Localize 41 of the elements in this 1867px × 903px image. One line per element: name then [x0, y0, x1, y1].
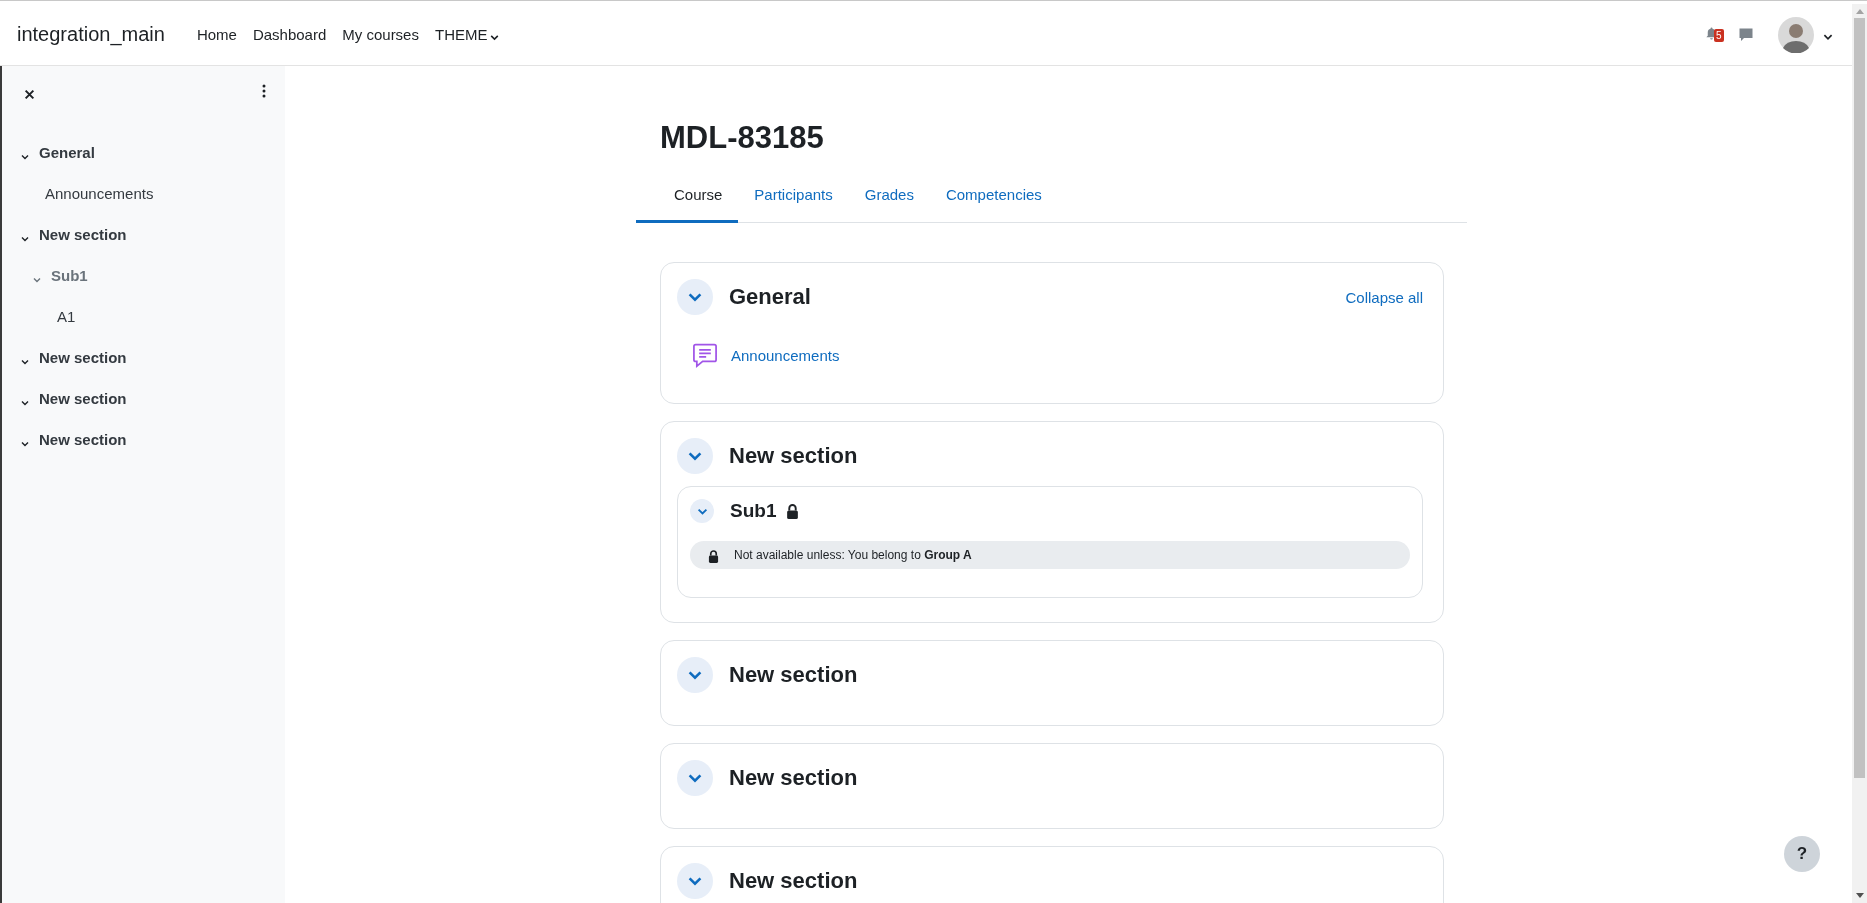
section-title: New section [729, 868, 858, 894]
course-index-item[interactable]: Sub1 [51, 267, 88, 284]
more-options-icon[interactable] [262, 84, 266, 98]
lock-icon [708, 548, 719, 562]
collapse-toggle[interactable] [677, 760, 713, 796]
tab[interactable]: Grades [848, 172, 930, 223]
section-title: New section [729, 443, 858, 469]
course-index-item[interactable]: New section [39, 431, 127, 448]
section-title: New section [729, 662, 858, 688]
collapse-toggle[interactable] [677, 438, 713, 474]
course-index-item[interactable]: New section [39, 226, 127, 243]
course-index-item[interactable]: New section [39, 349, 127, 366]
page-title: MDL-83185 [659, 119, 825, 156]
scrollbar[interactable] [1852, 4, 1867, 903]
tab[interactable]: Course [636, 172, 739, 223]
collapse-toggle[interactable] [677, 279, 713, 315]
notification-count: 5 [1714, 28, 1724, 42]
nav-link[interactable]: THEME [434, 26, 501, 43]
collapse-toggle[interactable] [677, 657, 713, 693]
site-name-link[interactable]: integration_main [17, 23, 165, 46]
nav-link[interactable]: My courses [342, 26, 419, 43]
course-index-item[interactable]: Announcements [45, 185, 154, 202]
section-title: New section [729, 765, 858, 791]
help-button[interactable]: ? [1784, 836, 1820, 872]
forum-icon [691, 341, 719, 369]
course-index-item[interactable]: A1 [57, 308, 76, 325]
tab[interactable]: Participants [738, 172, 849, 223]
subsection-title: Sub1 [730, 500, 777, 522]
activity-link[interactable]: Announcements [731, 346, 840, 364]
restriction-text: Not available unless: You belong to Group A [734, 548, 972, 562]
messages-icon[interactable] [1738, 26, 1754, 43]
nav-link[interactable]: Home [196, 26, 237, 43]
nav-link[interactable]: Dashboard [252, 26, 327, 43]
course-index-item[interactable]: New section [39, 390, 127, 407]
tab[interactable]: Competencies [929, 172, 1058, 223]
course-index-item[interactable]: General [39, 144, 95, 161]
collapse-toggle[interactable] [677, 863, 713, 899]
section-title: General [729, 284, 811, 310]
user-avatar[interactable] [1778, 16, 1814, 53]
collapse-all-link[interactable]: Collapse all [1345, 288, 1423, 306]
collapse-toggle[interactable] [690, 499, 714, 523]
